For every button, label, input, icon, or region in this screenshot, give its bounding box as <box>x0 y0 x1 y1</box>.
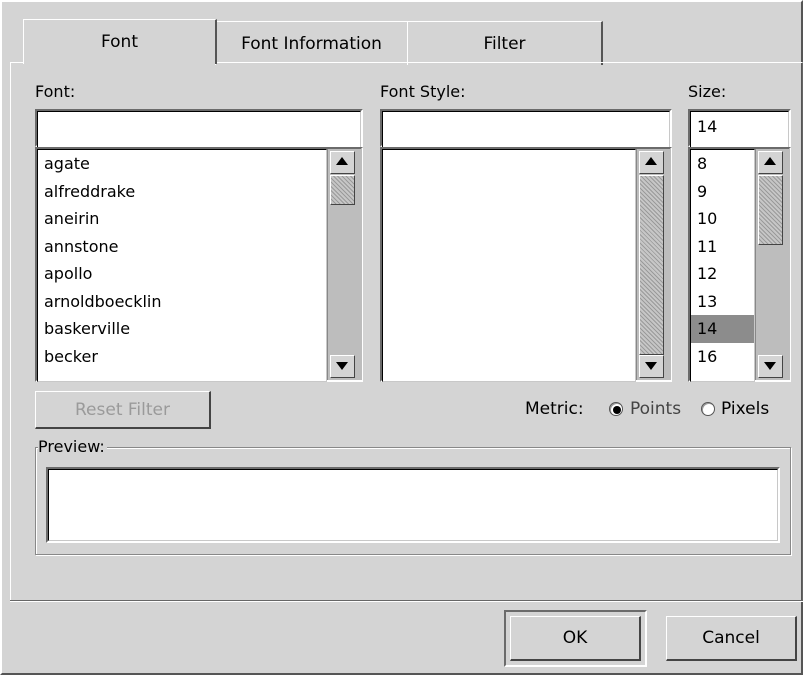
size-list-box: 8 9 10 11 12 13 14 16 <box>688 147 791 382</box>
tab-font-information[interactable]: Font Information <box>215 21 409 65</box>
size-list-item[interactable]: 16 <box>691 343 754 371</box>
tab-filter-label: Filter <box>483 34 526 54</box>
size-list-item[interactable]: 11 <box>691 233 754 261</box>
font-items: agate alfreddrake aneirin annstone apollo arn… <box>38 150 326 370</box>
cancel-label: Cancel <box>702 628 760 648</box>
preview-area <box>46 467 780 543</box>
metric-pixels-radio[interactable] <box>701 402 715 416</box>
active-tab-underline-gap <box>24 61 214 64</box>
size-items: 8 9 10 11 12 13 14 16 <box>691 150 754 370</box>
font-list-item[interactable]: becker <box>38 343 326 371</box>
size-list-item[interactable]: 14 <box>691 315 754 343</box>
font-name-field[interactable] <box>35 109 363 151</box>
size-list-item[interactable]: 8 <box>691 150 754 178</box>
font-scroll-thumb[interactable] <box>330 175 355 205</box>
font-list: agate alfreddrake aneirin annstone apollo arn… <box>37 149 327 382</box>
font-style-list-box <box>380 147 672 382</box>
metric-label: Metric: <box>525 399 584 419</box>
style-scroll-thumb[interactable] <box>639 175 664 355</box>
arrow-up-icon <box>645 157 657 165</box>
metric-pixels-label[interactable]: Pixels <box>721 399 769 419</box>
size-scroll-down-button[interactable] <box>758 355 783 378</box>
arrow-down-icon <box>645 362 657 370</box>
font-style-input[interactable] <box>382 111 670 151</box>
arrow-up-icon <box>336 157 348 165</box>
radio-selected-dot <box>613 406 621 414</box>
reset-filter-button[interactable]: Reset Filter <box>35 391 211 429</box>
size-scroll-thumb[interactable] <box>758 175 783 245</box>
font-style-list <box>382 149 636 382</box>
size-field[interactable]: 14 <box>688 109 791 151</box>
font-style-scrollbar[interactable] <box>636 149 671 380</box>
font-scroll-up-button[interactable] <box>330 151 355 174</box>
tab-font-information-label: Font Information <box>241 34 382 54</box>
size-list-item[interactable]: 13 <box>691 288 754 316</box>
font-list-item[interactable]: agate <box>38 150 326 178</box>
tab-font[interactable]: Font <box>23 19 217 64</box>
font-list-item[interactable]: baskerville <box>38 315 326 343</box>
cancel-button[interactable]: Cancel <box>666 616 797 661</box>
font-list-item[interactable]: alfreddrake <box>38 178 326 206</box>
font-list-item[interactable]: aneirin <box>38 205 326 233</box>
font-style-field[interactable] <box>380 109 672 151</box>
font-list-scrollbar[interactable] <box>327 149 362 380</box>
size-list-item[interactable]: 12 <box>691 260 754 288</box>
size-list-item[interactable]: 10 <box>691 205 754 233</box>
size-label: Size: <box>688 82 727 101</box>
arrow-down-icon <box>336 362 348 370</box>
size-input[interactable]: 14 <box>690 111 789 151</box>
tab-font-label: Font <box>100 32 138 52</box>
button-bar-separator <box>10 600 803 602</box>
size-list: 8 9 10 11 12 13 14 16 <box>690 149 755 382</box>
size-scroll-up-button[interactable] <box>758 151 783 174</box>
preview-label: Preview: <box>38 437 107 456</box>
arrow-down-icon <box>764 362 776 370</box>
style-scroll-up-button[interactable] <box>639 151 664 174</box>
size-scrollbar[interactable] <box>755 149 790 380</box>
metric-points-radio[interactable] <box>609 402 623 416</box>
font-list-item[interactable]: annstone <box>38 233 326 261</box>
font-style-label: Font Style: <box>380 82 466 101</box>
ok-label: OK <box>562 628 588 648</box>
arrow-up-icon <box>764 157 776 165</box>
font-list-item[interactable]: apollo <box>38 260 326 288</box>
tab-filter[interactable]: Filter <box>407 21 603 65</box>
font-list-box: agate alfreddrake aneirin annstone apollo arn… <box>35 147 363 382</box>
style-scroll-down-button[interactable] <box>639 355 664 378</box>
font-label: Font: <box>35 82 76 101</box>
preview-text <box>48 469 778 541</box>
metric-points-label[interactable]: Points <box>630 399 681 419</box>
size-list-item[interactable]: 9 <box>691 178 754 206</box>
ok-button[interactable]: OK <box>510 616 641 661</box>
font-name-input[interactable] <box>37 111 361 151</box>
font-scroll-down-button[interactable] <box>330 355 355 378</box>
reset-filter-label: Reset Filter <box>75 400 170 420</box>
font-list-item[interactable]: arnoldboecklin <box>38 288 326 316</box>
